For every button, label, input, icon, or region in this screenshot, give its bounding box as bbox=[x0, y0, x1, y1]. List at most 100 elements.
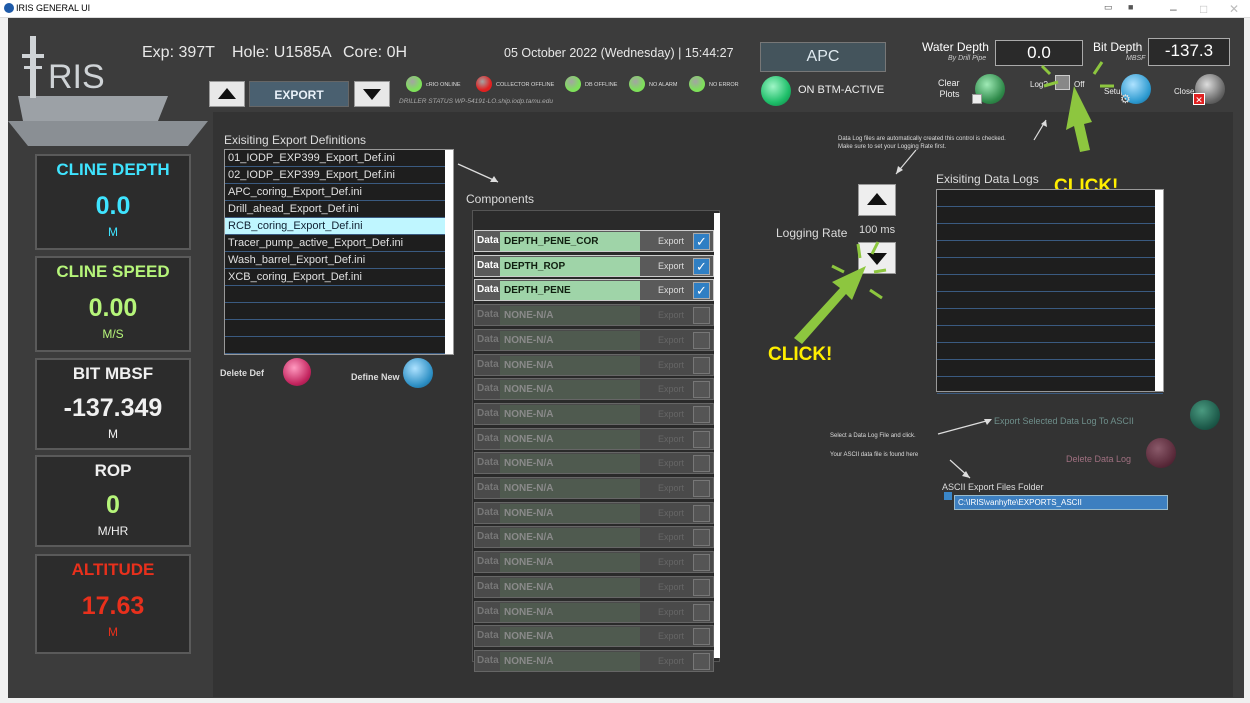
export-nav-button[interactable]: EXPORT bbox=[249, 81, 349, 107]
data-log-item[interactable] bbox=[937, 377, 1163, 394]
component-data-label: Data bbox=[477, 531, 499, 543]
component-name[interactable]: NONE-N/A bbox=[500, 553, 640, 573]
component-name[interactable]: NONE-N/A bbox=[500, 479, 640, 498]
crio-status-led bbox=[406, 76, 422, 92]
export-log-button[interactable] bbox=[1190, 400, 1220, 430]
component-name[interactable]: NONE-N/A bbox=[500, 528, 640, 548]
component-row: Data NONE-N/A Export bbox=[474, 551, 714, 574]
components-scrollbar[interactable] bbox=[714, 213, 720, 658]
clear-plots-checkbox[interactable] bbox=[972, 94, 982, 104]
component-export-checkbox[interactable] bbox=[693, 356, 710, 374]
component-export-checkbox[interactable] bbox=[693, 381, 710, 399]
export-def-item[interactable]: 01_IODP_EXP399_Export_Def.ini bbox=[225, 150, 453, 167]
component-name[interactable]: NONE-N/A bbox=[500, 330, 640, 350]
component-name[interactable]: DEPTH_ROP bbox=[500, 256, 640, 276]
component-name[interactable]: NONE-N/A bbox=[500, 454, 640, 474]
component-export-checkbox[interactable] bbox=[693, 504, 710, 522]
export-def-item[interactable]: 02_IODP_EXP399_Export_Def.ini bbox=[225, 167, 453, 184]
display-icon[interactable]: ■ bbox=[1128, 2, 1133, 12]
component-export-checkbox[interactable] bbox=[693, 578, 710, 596]
logging-rate-up-button[interactable] bbox=[858, 184, 896, 216]
data-log-item[interactable] bbox=[937, 241, 1163, 258]
export-def-item[interactable] bbox=[225, 303, 453, 320]
data-log-item[interactable] bbox=[937, 190, 1163, 207]
component-export-checkbox[interactable] bbox=[693, 430, 710, 448]
component-export-checkbox[interactable] bbox=[693, 480, 710, 497]
component-name[interactable]: NONE-N/A bbox=[500, 602, 640, 622]
component-export-checkbox[interactable] bbox=[693, 455, 710, 473]
component-name[interactable]: NONE-N/A bbox=[500, 429, 640, 449]
export-def-item[interactable] bbox=[225, 320, 453, 337]
arrow-to-components-icon bbox=[457, 163, 499, 183]
export-def-item[interactable] bbox=[225, 286, 453, 303]
cline-speed-value: 0.00 bbox=[88, 294, 138, 322]
component-name[interactable]: NONE-N/A bbox=[500, 577, 640, 597]
data-log-item[interactable] bbox=[937, 360, 1163, 377]
component-row: Data NONE-N/A Export bbox=[474, 452, 714, 475]
cline-depth-value: 0.0 bbox=[95, 192, 131, 220]
maximize-button[interactable]: □ bbox=[1200, 2, 1207, 16]
component-export-checkbox[interactable] bbox=[693, 331, 710, 349]
data-logs-list[interactable] bbox=[936, 189, 1164, 394]
click-arrow-logging-icon bbox=[794, 241, 887, 344]
data-log-item[interactable] bbox=[937, 224, 1163, 241]
component-name[interactable]: NONE-N/A bbox=[500, 651, 640, 671]
component-name[interactable]: NONE-N/A bbox=[500, 306, 640, 326]
component-export-checkbox[interactable]: ✓ bbox=[693, 282, 710, 300]
data-log-item[interactable] bbox=[937, 275, 1163, 292]
component-name[interactable]: NONE-N/A bbox=[500, 380, 640, 400]
component-export-checkbox[interactable]: ✓ bbox=[693, 233, 710, 250]
component-export-checkbox[interactable] bbox=[693, 652, 710, 670]
component-export-checkbox[interactable] bbox=[693, 307, 710, 325]
component-name[interactable]: NONE-N/A bbox=[500, 404, 640, 424]
component-name[interactable]: NONE-N/A bbox=[500, 355, 640, 375]
component-row: Data NONE-N/A Export bbox=[474, 353, 714, 376]
ascii-folder-path[interactable]: C:\IRIS\vanhyfte\EXPORTS_ASCII bbox=[954, 495, 1168, 510]
snap-icon[interactable]: ▭ bbox=[1104, 2, 1113, 13]
component-export-checkbox[interactable] bbox=[693, 529, 710, 547]
export-defs-list[interactable]: 01_IODP_EXP399_Export_Def.ini 02_IODP_EXP… bbox=[224, 149, 454, 355]
component-row: Data DEPTH_PENE_COR Export ✓ bbox=[474, 230, 714, 252]
define-new-button[interactable] bbox=[403, 358, 433, 388]
export-def-item[interactable]: APC_coring_Export_Def.ini bbox=[225, 184, 453, 201]
component-name[interactable]: NONE-N/A bbox=[500, 627, 640, 647]
data-log-item[interactable] bbox=[937, 258, 1163, 275]
component-name[interactable]: NONE-N/A bbox=[500, 503, 640, 523]
arrow-up-icon bbox=[867, 193, 887, 205]
arrow-to-logging-icon bbox=[895, 149, 917, 175]
data-log-item[interactable] bbox=[937, 292, 1163, 309]
export-def-item[interactable] bbox=[225, 337, 453, 354]
data-log-item[interactable] bbox=[937, 326, 1163, 343]
component-row: Data NONE-N/A Export bbox=[474, 304, 714, 327]
data-log-item[interactable] bbox=[937, 309, 1163, 326]
export-def-item[interactable]: Drill_ahead_Export_Def.ini bbox=[225, 201, 453, 218]
nav-up-button[interactable] bbox=[209, 81, 245, 107]
component-name[interactable]: DEPTH_PENE bbox=[500, 281, 640, 301]
component-export-checkbox[interactable] bbox=[693, 554, 710, 572]
data-logs-scrollbar[interactable] bbox=[1155, 190, 1163, 391]
data-log-item[interactable] bbox=[937, 343, 1163, 360]
data-log-item[interactable] bbox=[937, 207, 1163, 224]
export-def-item[interactable]: Tracer_pump_active_Export_Def.ini bbox=[225, 235, 453, 252]
component-name[interactable]: DEPTH_PENE_COR bbox=[500, 232, 640, 251]
define-new-label: Define New bbox=[351, 372, 400, 382]
folder-browse-icon[interactable] bbox=[944, 492, 952, 500]
nav-down-button[interactable] bbox=[354, 81, 390, 107]
export-def-item[interactable]: RCB_coring_Export_Def.ini bbox=[225, 218, 453, 235]
component-export-checkbox[interactable] bbox=[693, 405, 710, 423]
export-def-item[interactable]: XCB_coring_Export_Def.ini bbox=[225, 269, 453, 286]
component-export-checkbox[interactable] bbox=[693, 603, 710, 621]
close-window-button[interactable]: ✕ bbox=[1229, 2, 1239, 16]
minimize-button[interactable]: – bbox=[1170, 2, 1177, 16]
collector-status-label: COLLECTOR OFFLINE bbox=[496, 82, 555, 88]
component-data-label: Data bbox=[477, 605, 499, 617]
delete-def-button[interactable] bbox=[283, 358, 311, 386]
component-data-label: Data bbox=[477, 556, 499, 568]
component-export-checkbox[interactable] bbox=[693, 628, 710, 646]
component-export-checkbox[interactable]: ✓ bbox=[693, 257, 710, 275]
export-defs-scrollbar[interactable] bbox=[445, 150, 453, 354]
component-export-label: Export bbox=[658, 433, 685, 444]
export-def-item[interactable]: Wash_barrel_Export_Def.ini bbox=[225, 252, 453, 269]
bit-mbsf-value: -137.349 bbox=[63, 394, 163, 422]
delete-log-button[interactable] bbox=[1146, 438, 1176, 468]
